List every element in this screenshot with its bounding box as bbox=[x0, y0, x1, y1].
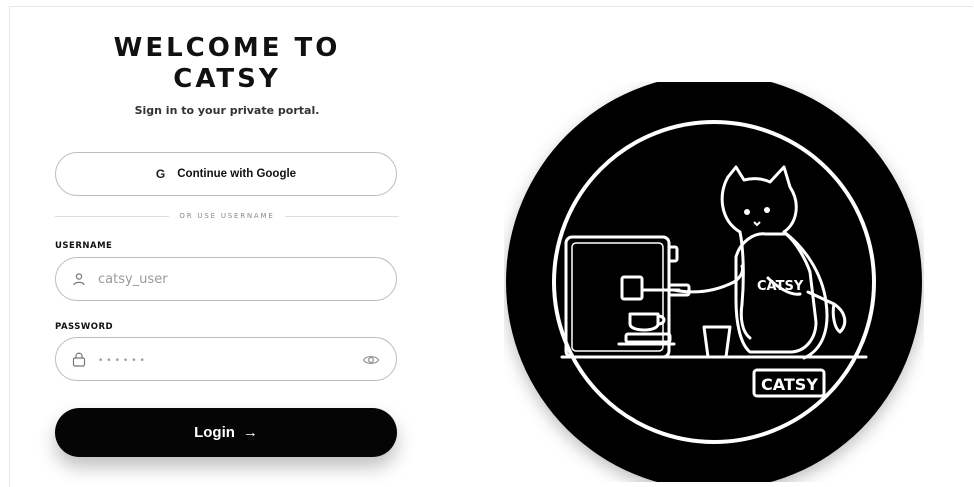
password-label: PASSWORD bbox=[55, 322, 114, 332]
apron-text: CATSY bbox=[757, 279, 804, 294]
divider: OR USE USERNAME bbox=[55, 209, 399, 223]
divider-line-left bbox=[55, 215, 170, 217]
user-icon bbox=[70, 270, 88, 288]
login-label: Login bbox=[194, 424, 235, 441]
page-subtitle: Sign in to your private portal. bbox=[134, 104, 320, 117]
password-field[interactable] bbox=[55, 337, 397, 381]
title-line-1: WELCOME TO bbox=[113, 33, 341, 63]
divider-line-right bbox=[284, 215, 399, 217]
catsy-sign-text: CATSY bbox=[761, 375, 818, 394]
google-signin-button[interactable]: G Continue with Google bbox=[55, 152, 397, 196]
cat-eye-right bbox=[764, 207, 770, 213]
arrow-right-icon: → bbox=[242, 424, 258, 441]
eye-icon[interactable] bbox=[362, 351, 380, 369]
cat-eye-left bbox=[744, 209, 750, 215]
google-icon: G bbox=[155, 167, 166, 181]
catsy-barista-illustration: CATSY CATSY bbox=[506, 82, 922, 482]
google-signin-label: Continue with Google bbox=[177, 168, 297, 180]
divider-text: OR USE USERNAME bbox=[179, 212, 275, 220]
login-panel: WELCOME TO CATSY Sign in to your private… bbox=[55, 0, 399, 487]
page-title: WELCOME TO CATSY bbox=[55, 33, 399, 95]
password-input[interactable] bbox=[96, 350, 340, 368]
username-field[interactable] bbox=[55, 257, 397, 301]
title-line-2: CATSY bbox=[173, 64, 281, 94]
username-label: USERNAME bbox=[55, 241, 113, 251]
username-input[interactable] bbox=[96, 270, 340, 288]
outer-black-circle bbox=[506, 82, 922, 482]
login-button[interactable]: Login → bbox=[55, 408, 397, 457]
lock-icon bbox=[70, 350, 88, 368]
